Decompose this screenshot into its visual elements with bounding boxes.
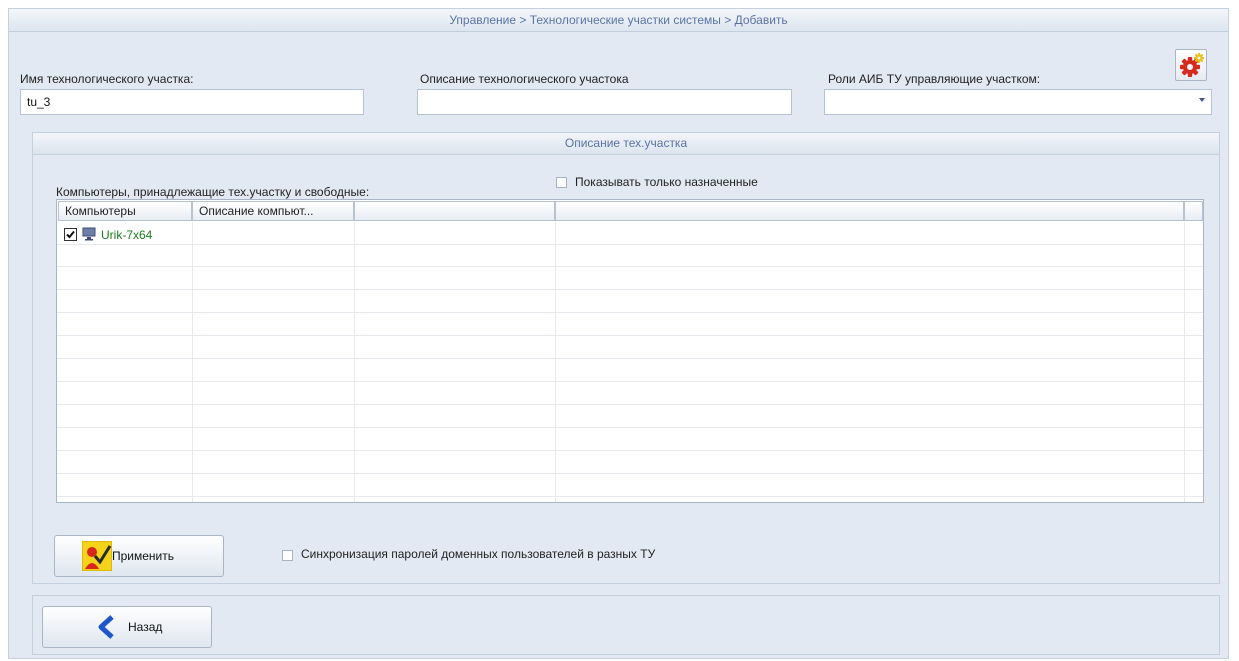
column-header-3[interactable] <box>354 201 555 221</box>
column-header-4[interactable] <box>555 201 1184 221</box>
arrow-left-icon <box>98 615 114 639</box>
main-window: Управление > Технологические участки сис… <box>8 8 1229 659</box>
sync-passwords-label: Синхронизация паролей доменных пользоват… <box>301 547 656 561</box>
column-header-computers[interactable]: Компьютеры <box>58 201 192 221</box>
column-header-extra[interactable] <box>1184 201 1203 221</box>
computers-table[interactable]: Компьютеры Описание компьют... Urik-7x64 <box>56 199 1204 503</box>
description-input[interactable] <box>417 89 792 115</box>
sync-passwords-checkbox[interactable] <box>282 550 293 561</box>
roles-label: Роли АИБ ТУ управляющие участком: <box>828 72 1041 86</box>
row-checkbox[interactable] <box>64 228 77 241</box>
check-icon <box>66 230 75 239</box>
roles-select[interactable] <box>824 89 1212 115</box>
back-button[interactable]: Назад <box>42 606 212 648</box>
apply-icon <box>82 541 112 571</box>
navigation-panel: Назад <box>32 595 1220 655</box>
back-button-label: Назад <box>128 620 163 634</box>
column-header-description[interactable]: Описание компьют... <box>192 201 354 221</box>
gear-icon <box>1180 53 1204 77</box>
show-assigned-checkbox[interactable] <box>556 177 567 188</box>
show-assigned-label: Показывать только назначенные <box>575 175 758 189</box>
name-input[interactable]: tu_3 <box>20 89 364 115</box>
description-label: Описание технологического участока <box>420 72 629 86</box>
chevron-down-icon[interactable] <box>1199 98 1205 102</box>
computer-icon <box>82 227 96 241</box>
settings-button[interactable] <box>1175 49 1207 81</box>
computers-label: Компьютеры, принадлежащие тех.участку и … <box>56 185 370 199</box>
apply-button[interactable]: Применить <box>54 535 224 577</box>
section-panel: Описание тех.участка Компьютеры, принадл… <box>32 132 1220 584</box>
computer-name: Urik-7x64 <box>101 228 153 242</box>
apply-button-label: Применить <box>112 549 175 563</box>
name-label: Имя технологического участка: <box>20 72 194 86</box>
breadcrumb: Управление > Технологические участки сис… <box>9 9 1228 32</box>
panel-title: Описание тех.участка <box>33 133 1219 155</box>
table-header: Компьютеры Описание компьют... <box>57 200 1203 222</box>
